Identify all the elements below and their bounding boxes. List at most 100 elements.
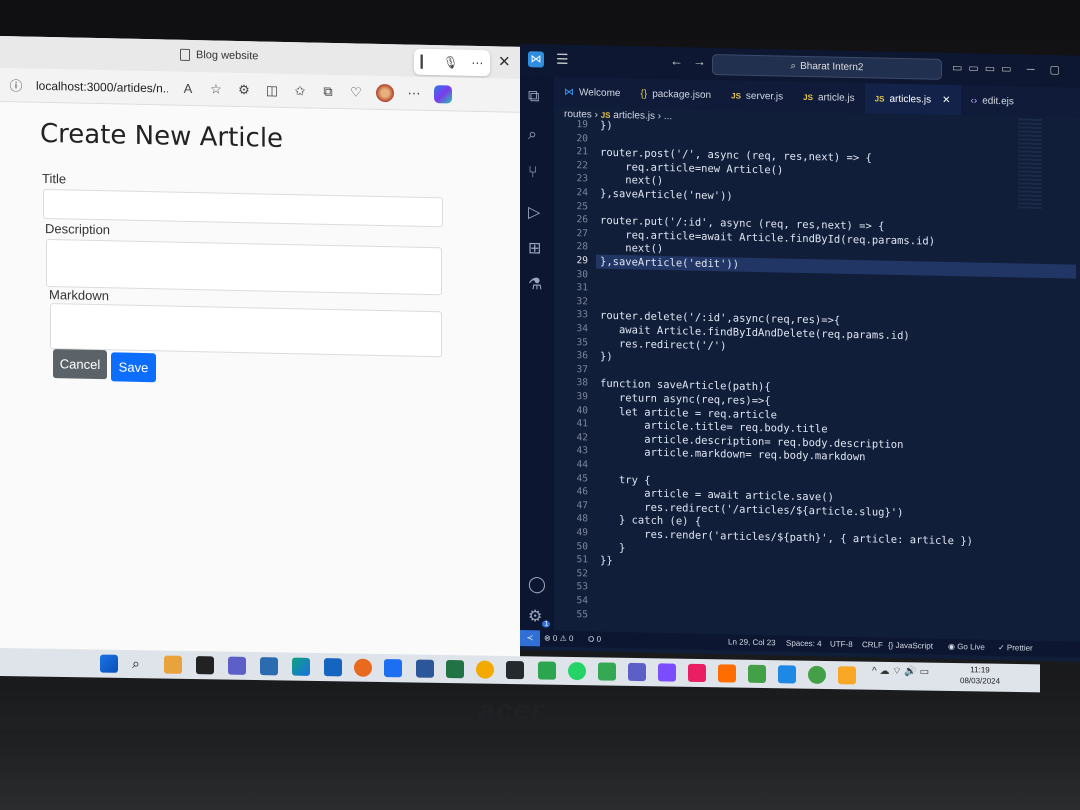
close-icon[interactable]: ✕ [498,52,511,70]
info-icon[interactable]: ⓘ [8,75,24,94]
favorite-star-icon[interactable]: ☆ [208,81,224,97]
split-screen-icon[interactable]: ◫ [264,82,280,98]
word-icon[interactable] [416,659,434,678]
tab-article-js[interactable]: JS article.js [793,82,864,113]
teams-icon-2[interactable] [628,662,646,682]
line-number: 48 [576,513,588,525]
favorites-icon[interactable]: ✩ [292,83,308,99]
file-explorer-icon[interactable] [838,666,856,685]
layout-controls[interactable]: ▭▭▭▭ ─ ▢ [952,61,1066,76]
widgets-icon[interactable] [164,655,182,674]
vlc-icon[interactable] [718,664,736,683]
app-icon-3[interactable] [688,663,706,683]
system-tray[interactable]: ^ ☁ ⌔ 🔊 ▭ [872,665,929,679]
extensions-icon[interactable]: ⚙ [236,81,252,97]
minimap[interactable] [1018,118,1042,209]
description-textarea[interactable] [46,238,442,296]
start-icon[interactable] [100,654,118,673]
code-line[interactable]: }) [600,351,613,363]
code-line[interactable]: } [600,541,625,554]
language-mode[interactable]: {} JavaScript [888,641,933,651]
drive-icon[interactable] [598,662,616,681]
code-line[interactable]: res.render('articles/${path}', { article… [600,528,973,548]
source-control-icon[interactable]: ⑂ [528,164,538,182]
code-line[interactable]: res.redirect('/') [600,337,726,352]
line-number: 55 [576,608,588,621]
code-line[interactable]: next() [600,242,663,256]
heart-icon[interactable]: ♡ [348,84,364,100]
copilot-icon[interactable] [434,84,452,103]
avatar[interactable] [376,83,394,102]
collections-icon[interactable]: ⧉ [320,83,336,99]
extensions-icon[interactable]: ⊞ [528,238,541,258]
tab-package-json[interactable]: {} package.json [631,78,722,110]
voice-toolbar: ▎ 🎙 ⋯ [414,48,490,77]
code-line[interactable]: },saveArticle('new')) [600,188,733,203]
markdown-textarea[interactable] [50,303,442,358]
code-editor[interactable]: 19}) 20 21 router.post('/', async (req, res… [554,119,1080,635]
settings-gear-icon[interactable]: ⚙ 1 [528,606,551,628]
menu-icon[interactable]: ☰ [556,51,569,68]
microphone-icon[interactable]: 🎙 [443,55,458,69]
tab-articles-js[interactable]: JS articles.js ✕ [864,83,961,116]
line-ending[interactable]: CRLF [862,640,883,649]
edge-icon[interactable] [292,657,310,676]
excel-icon[interactable] [446,660,464,679]
code-line[interactable]: try { [600,473,651,487]
mail-icon[interactable] [324,658,342,677]
run-debug-icon[interactable]: ▷ [528,202,540,222]
read-aloud-icon[interactable]: A [180,81,196,96]
line-number: 49 [576,527,588,539]
line-number: 22 [576,159,588,172]
page-title: Create New Article [40,118,284,154]
indentation[interactable]: Spaces: 4 [786,639,822,649]
ports-indicator[interactable]: ⛭ 0 [588,634,601,644]
clock[interactable]: 11:19 08/03/2024 [960,664,1000,687]
whatsapp-icon[interactable] [568,661,586,681]
drag-handle-icon[interactable]: ▎ [421,55,430,69]
problems-indicator[interactable]: ⊗ 0 ⚠ 0 [544,634,573,644]
maps-icon[interactable] [808,665,826,684]
firefox-icon[interactable] [354,658,372,677]
explorer-icon[interactable]: ⧉ [528,88,539,106]
code-line[interactable]: }) [600,120,613,132]
vscode-taskbar-icon[interactable] [778,665,796,684]
line-number: 26 [576,214,588,226]
code-line[interactable]: }} [600,555,613,567]
tab-server-js[interactable]: JS server.js [721,80,793,112]
browser-tab[interactable]: Blog website [180,48,258,62]
tab-welcome[interactable]: ⋈ Welcome [554,77,631,109]
go-live-button[interactable]: ◉ Go Live [948,642,985,652]
task-view-icon[interactable] [196,656,214,675]
more-menu-icon[interactable]: ⋯ [406,85,422,101]
dropbox-icon[interactable] [384,659,402,678]
app-icon[interactable] [476,660,494,679]
remote-icon[interactable]: ≺ [520,630,540,647]
more-icon[interactable]: ⋯ [471,56,483,70]
save-button[interactable]: Save [111,352,156,383]
vscode-logo-icon: ⋈ [528,51,544,68]
testing-icon[interactable]: ⚗ [528,274,542,294]
code-line[interactable]: next() [600,174,663,188]
line-number: 27 [576,227,588,240]
app-icon-2[interactable] [658,663,676,682]
account-icon[interactable]: ◯ [528,574,546,594]
close-icon[interactable]: ✕ [942,94,950,105]
nav-arrows[interactable]: ←→ [670,53,716,69]
store-icon[interactable] [260,657,278,676]
encoding[interactable]: UTF-8 [830,639,853,648]
teams-icon[interactable] [228,656,246,675]
url-field[interactable]: localhost:3000/artides/n... [36,78,168,95]
github-icon[interactable] [506,660,524,680]
code-line[interactable]: } catch (e) { [600,514,701,528]
line-number: 35 [576,336,588,349]
search-icon[interactable]: ⌕ [528,126,537,144]
app-icon-4[interactable] [748,664,766,684]
cursor-position[interactable]: Ln 29, Col 23 [728,637,776,647]
back-app-icon[interactable] [538,661,556,680]
prettier-status[interactable]: ✓ Prettier [998,643,1033,653]
search-icon[interactable]: ⌕ [132,655,150,673]
command-center-search[interactable]: ⌕ Bharat Intern2 [712,54,942,80]
tab-edit-ejs[interactable]: ‹› edit.ejs [961,85,1024,116]
cancel-button[interactable]: Cancel [53,349,107,380]
